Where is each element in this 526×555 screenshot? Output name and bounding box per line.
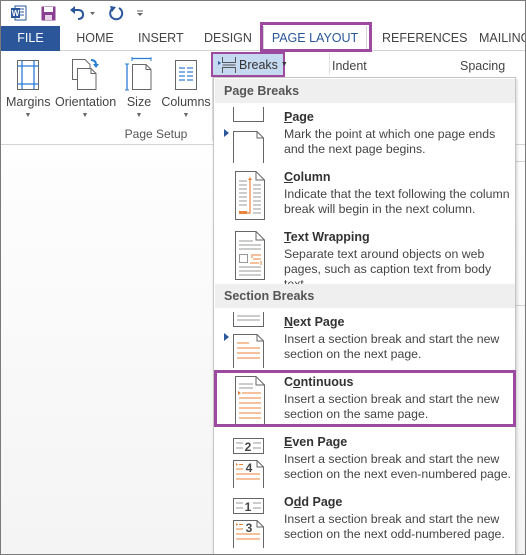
chevron-down-icon: ▼ [81,112,89,119]
columns-button[interactable]: Columns ▼ [161,55,211,121]
margins-label: Margins [6,95,51,109]
svg-text:1: 1 [245,500,252,514]
menu-item-description: Mark the point at which one page ends an… [284,127,496,156]
chevron-down-icon: ▼ [135,112,143,119]
menu-item-page[interactable]: Page Mark the point at which one page en… [215,105,515,165]
redo-icon[interactable] [107,4,125,22]
size-icon [123,55,155,91]
columns-label: Columns [161,95,211,109]
svg-text:3: 3 [246,521,253,535]
save-icon[interactable] [40,4,56,22]
odd-page-break-icon: 1 3 [233,498,264,548]
continuous-highlight-box [214,370,516,427]
size-label: Size [126,95,152,109]
svg-text:4: 4 [246,461,253,475]
menu-item-title: Column [284,170,331,184]
svg-text:W: W [12,9,20,18]
menu-item-title: Next Page [284,315,345,329]
menu-item-title: Page [284,110,314,124]
document-edge-line [516,305,525,306]
orientation-button[interactable]: Orientation ▼ [55,55,117,121]
section-breaks-heading: Section Breaks [215,284,515,308]
svg-text:2: 2 [245,440,252,454]
word-window: W FILE HOME INSERT DESIGN PAGE LAYOUT RE… [0,0,526,555]
next-page-break-icon [233,312,264,368]
customize-qat-icon[interactable] [135,4,145,22]
tab-mailings[interactable]: MAILINGS [479,26,525,51]
menu-item-description: Indicate that the text following the col… [284,187,510,216]
text-wrapping-icon [235,231,265,280]
tab-references[interactable]: REFERENCES [382,26,467,51]
page-break-icon [233,107,264,163]
menu-item-odd-page[interactable]: 1 3 Odd Page Insert a section break and … [215,490,515,550]
even-page-break-icon: 2 4 [233,438,264,488]
spacing-label: Spacing [460,59,506,73]
breaks-label: Breaks [239,57,278,72]
breaks-button[interactable]: Breaks ▼ [211,52,288,77]
columns-icon [161,55,211,91]
document-edge-line [516,161,525,162]
menu-item-description: Insert a section break and start the new… [284,512,505,541]
ribbon-separator [329,53,330,75]
size-button[interactable]: Size ▼ [123,55,155,121]
undo-icon[interactable] [69,4,97,22]
menu-item-description: Insert a section break and start the new… [284,452,511,481]
menu-item-text-wrapping[interactable]: Text Wrapping Separate text around objec… [215,225,515,291]
breaks-icon [218,56,236,73]
margins-icon [6,55,50,91]
chevron-down-icon: ▼ [280,61,288,68]
menu-item-title: Even Page [284,435,348,449]
breaks-dropdown-menu: Page Breaks Page Mark the point at which… [213,77,516,554]
menu-item-description: Insert a section break and start the new… [284,332,500,361]
chevron-down-icon: ▼ [182,112,190,119]
tab-insert[interactable]: INSERT [138,26,184,51]
menu-item-next-page[interactable]: Next Page Insert a section break and sta… [215,310,515,370]
menu-item-title: Text Wrapping [284,230,370,244]
menu-item-title: Odd Page [284,495,343,509]
menu-item-even-page[interactable]: 2 4 Even Page Insert a section break and… [215,430,515,490]
chevron-down-icon: ▼ [24,112,32,119]
indent-label: Indent [332,59,367,73]
column-break-icon [235,171,265,220]
orientation-icon [55,55,115,91]
tab-home[interactable]: HOME [73,26,117,51]
margins-button[interactable]: Margins ▼ [6,55,50,121]
tab-file[interactable]: FILE [1,26,60,51]
menu-item-column[interactable]: Column Indicate that the text following … [215,165,515,225]
orientation-label: Orientation [55,95,117,109]
word-logo-icon[interactable]: W [11,4,27,22]
page-setup-group-label: Page Setup [124,127,188,141]
tab-design[interactable]: DESIGN [204,26,252,51]
page-layout-highlight-box [260,22,372,52]
page-breaks-heading: Page Breaks [215,79,515,103]
